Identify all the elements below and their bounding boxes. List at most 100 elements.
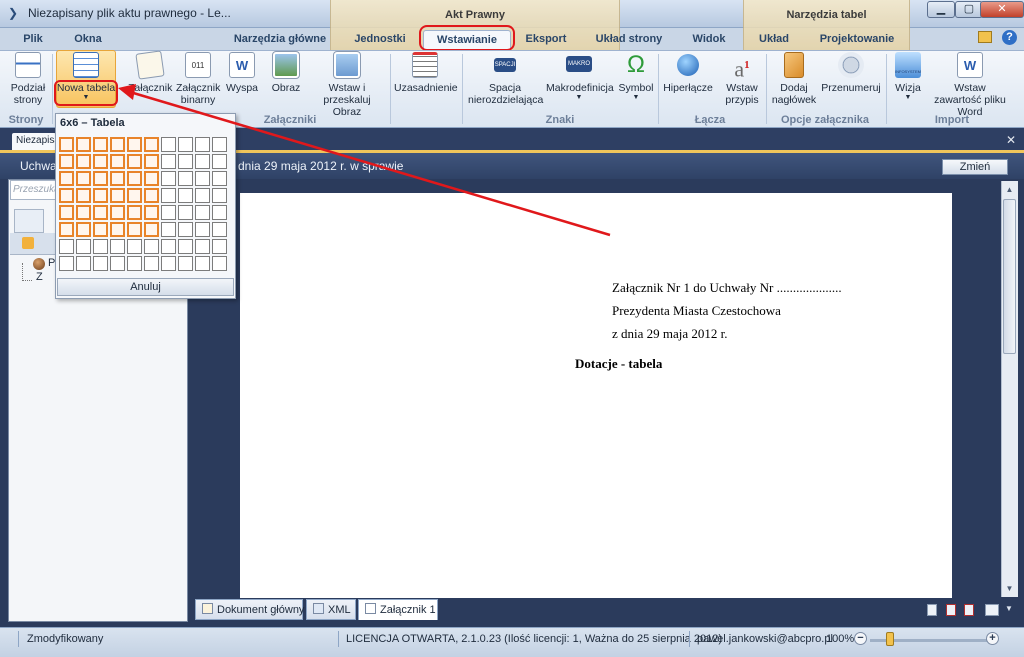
scroll-down-icon[interactable]: ▼ [1003,582,1016,596]
tab-widok[interactable]: Widok [686,30,732,49]
grid-cell[interactable] [93,171,108,186]
wizja-button[interactable]: INFOSYSTEM Wizja ▼ [890,52,926,102]
grid-cell[interactable] [212,222,227,237]
grid-cell[interactable] [110,154,125,169]
grid-cell[interactable] [110,137,125,152]
grid-cell[interactable] [127,171,142,186]
grid-cell[interactable] [127,154,142,169]
grid-cell[interactable] [110,256,125,271]
grid-cell[interactable] [161,171,176,186]
grid-cell[interactable] [76,137,91,152]
zoom-slider-thumb[interactable] [886,632,894,646]
table-size-grid[interactable] [59,137,231,275]
pdf-print-icon[interactable] [964,604,974,616]
grid-cell[interactable] [59,222,74,237]
grid-cell[interactable] [59,239,74,254]
grid-cell[interactable] [110,171,125,186]
grid-cell[interactable] [93,222,108,237]
grid-cell[interactable] [93,137,108,152]
grid-cell[interactable] [127,222,142,237]
maximize-button[interactable]: ▢ [955,1,983,18]
wstaw-przeskaluj-obraz-button[interactable]: Wstaw i przeskaluj Obraz [308,51,386,118]
grid-cell[interactable] [76,222,91,237]
tab-projektowanie[interactable]: Projektowanie [812,30,902,49]
zoom-out-button[interactable]: − [854,632,867,645]
grid-cell[interactable] [59,205,74,220]
grid-cell[interactable] [127,188,142,203]
grid-cell[interactable] [161,222,176,237]
page-view-icon[interactable] [927,604,937,616]
grid-cell[interactable] [76,188,91,203]
uzasadnienie-button[interactable]: Uzasadnienie [394,52,458,94]
grid-cell[interactable] [161,137,176,152]
scroll-up-icon[interactable]: ▲ [1003,183,1016,197]
anuluj-button[interactable]: Anuluj [57,278,234,296]
refresh-icon[interactable] [22,237,34,249]
tab-okna[interactable]: Okna [68,30,108,49]
grid-cell[interactable] [195,171,210,186]
tab-xml[interactable]: XML [306,599,356,620]
grid-cell[interactable] [195,188,210,203]
tab-dokument-glowny[interactable]: Dokument główny [195,599,304,620]
app-menu-icon[interactable]: ❯ [6,6,20,20]
grid-cell[interactable] [144,154,159,169]
pdf-icon[interactable] [946,604,956,616]
grid-cell[interactable] [144,222,159,237]
dodaj-naglowek-button[interactable]: Dodaj nagłówek [770,52,818,106]
grid-cell[interactable] [195,239,210,254]
tree-item[interactable]: Z [36,271,43,283]
zalacznik-binarny-button[interactable]: 011 Załącznik binarny [176,52,220,106]
grid-cell[interactable] [59,188,74,203]
folder-icon[interactable] [978,31,992,43]
panel-tab-structure[interactable] [14,209,44,233]
podzial-strony-button[interactable]: Podział strony [6,52,50,106]
grid-cell[interactable] [59,256,74,271]
minimize-button[interactable]: ▁ [927,1,955,18]
hiperlacze-button[interactable]: Hiperłącze [662,52,714,94]
grid-cell[interactable] [93,239,108,254]
grid-cell[interactable] [127,205,142,220]
grid-cell[interactable] [178,154,193,169]
grid-cell[interactable] [195,256,210,271]
grid-cell[interactable] [93,154,108,169]
grid-cell[interactable] [178,188,193,203]
grid-cell[interactable] [59,154,74,169]
grid-cell[interactable] [178,256,193,271]
scrollbar-thumb[interactable] [1003,199,1016,354]
tab-plik[interactable]: Plik [18,30,48,49]
grid-cell[interactable] [212,188,227,203]
grid-cell[interactable] [144,137,159,152]
grid-cell[interactable] [195,222,210,237]
grid-cell[interactable] [178,137,193,152]
grid-cell[interactable] [178,239,193,254]
makrodefinicja-button[interactable]: MAKRO Makrodefinicja ▼ [546,52,614,102]
grid-cell[interactable] [127,137,142,152]
grid-cell[interactable] [161,239,176,254]
tab-jednostki[interactable]: Jednostki [348,30,412,49]
grid-cell[interactable] [93,188,108,203]
grid-cell[interactable] [59,171,74,186]
grid-cell[interactable] [110,222,125,237]
grid-cell[interactable] [161,188,176,203]
grid-cell[interactable] [59,137,74,152]
wstaw-zawartosc-word-button[interactable]: W Wstaw zawartość pliku Word [930,52,1010,118]
more-arrow-icon[interactable]: ▼ [1005,604,1013,613]
tab-zalacznik-1[interactable]: Załącznik 1 [358,599,438,620]
przenumeruj-button[interactable]: Przenumeruj [820,52,882,94]
grid-cell[interactable] [93,205,108,220]
grid-cell[interactable] [76,171,91,186]
grid-cell[interactable] [144,239,159,254]
symbol-button[interactable]: Ω Symbol ▼ [616,52,656,102]
grid-cell[interactable] [76,154,91,169]
grid-cell[interactable] [110,188,125,203]
grid-cell[interactable] [76,256,91,271]
grid-cell[interactable] [127,239,142,254]
tab-uklad[interactable]: Układ [753,30,795,49]
grid-cell[interactable] [212,137,227,152]
document-tab[interactable]: Niezapisany [12,133,56,150]
tab-narzedzia-glowne[interactable]: Narzędzia główne [228,30,332,49]
tab-eksport[interactable]: Eksport [520,30,572,49]
grid-cell[interactable] [93,256,108,271]
grid-cell[interactable] [212,239,227,254]
grid-cell[interactable] [178,205,193,220]
